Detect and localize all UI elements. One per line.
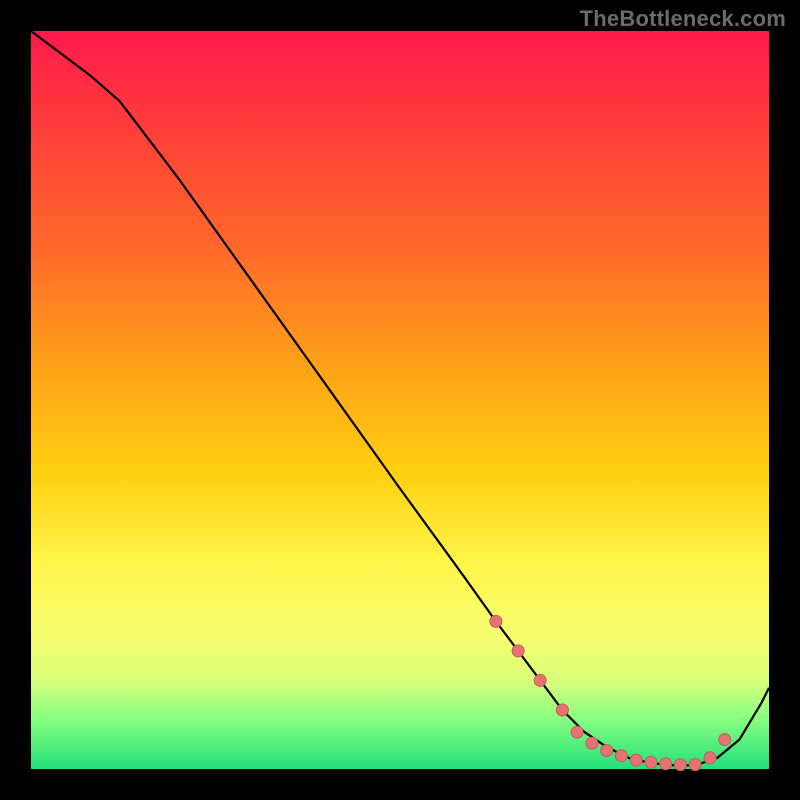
highlight-dot [490,615,502,627]
highlight-dot [556,704,568,716]
highlight-dot [660,758,672,770]
highlight-dot [719,734,731,746]
plot-area [31,31,769,769]
chart-frame: TheBottleneck.com [0,0,800,800]
highlight-dot [571,726,583,738]
watermark-label: TheBottleneck.com [580,6,786,32]
highlight-dot [630,754,642,766]
optimal-range-dots [490,615,731,770]
highlight-dot [534,674,546,686]
highlight-dot [512,645,524,657]
highlight-dot [586,737,598,749]
highlight-dot [601,745,613,757]
curve-layer [31,31,769,769]
highlight-dot [674,759,686,771]
highlight-dot [689,759,701,771]
highlight-dot [645,756,657,768]
highlight-dot [704,752,716,764]
bottleneck-curve [31,31,769,765]
highlight-dot [615,750,627,762]
